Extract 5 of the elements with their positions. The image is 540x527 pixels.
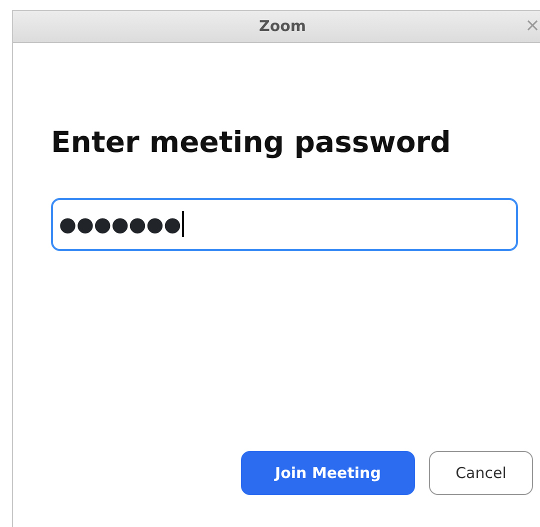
window-title: Zoom	[258, 16, 306, 38]
password-field[interactable]: ●●●●●●●	[51, 198, 518, 251]
cancel-button[interactable]: Cancel	[429, 450, 533, 495]
join-meeting-button[interactable]: Join Meeting	[241, 450, 415, 495]
dialog-heading: Enter meeting password	[51, 125, 452, 160]
